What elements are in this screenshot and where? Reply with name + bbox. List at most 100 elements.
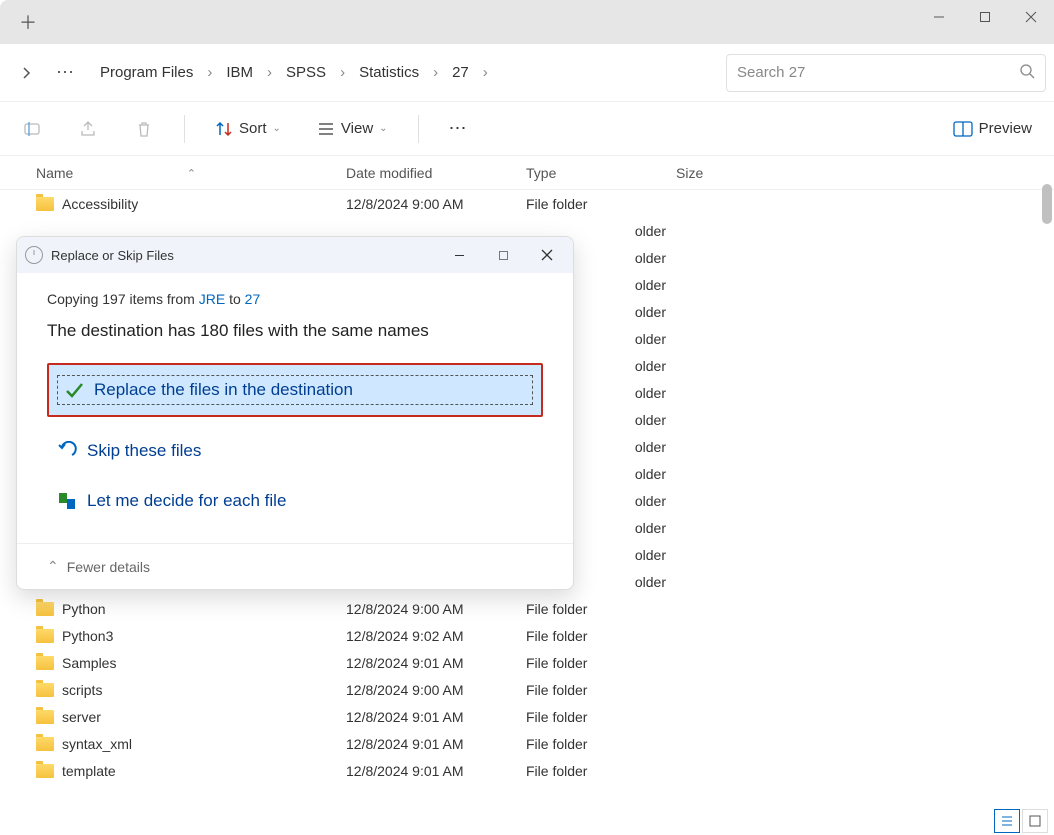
separator	[184, 115, 185, 143]
more-icon[interactable]: ⋯	[48, 55, 84, 91]
file-row[interactable]: template12/8/2024 9:01 AMFile folder	[0, 757, 1054, 784]
preview-button[interactable]: Preview	[947, 114, 1038, 143]
to-link[interactable]: 27	[245, 291, 261, 307]
folder-icon	[36, 683, 54, 697]
command-bar: Sort ⌄ View ⌄ ⋯ Preview	[0, 102, 1054, 156]
statusbar	[994, 807, 1054, 835]
file-row[interactable]: scripts12/8/2024 9:00 AMFile folder	[0, 676, 1054, 703]
dialog-close-button[interactable]	[529, 241, 565, 269]
from-link[interactable]: JRE	[199, 291, 225, 307]
sort-label: Sort	[239, 120, 267, 137]
file-type: File folder	[516, 736, 666, 752]
check-icon	[64, 380, 84, 400]
rename-button	[16, 113, 48, 145]
file-name: scripts	[62, 682, 102, 698]
view-label: View	[341, 120, 373, 137]
breadcrumb: Program Files › IBM › SPSS › Statistics …	[88, 54, 722, 92]
dialog-footer: ⌃ Fewer details	[17, 543, 573, 589]
maximize-button[interactable]	[962, 2, 1008, 32]
thumbnails-view-toggle[interactable]	[1022, 809, 1048, 833]
destination-message: The destination has 180 files with the s…	[47, 321, 543, 341]
titlebar: ＋	[0, 0, 1054, 44]
col-name-header[interactable]: Name ⌃	[0, 165, 336, 181]
back-chevron-icon[interactable]	[8, 55, 44, 91]
skip-label: Skip these files	[87, 441, 201, 461]
chevron-up-icon[interactable]: ⌃	[47, 558, 59, 575]
col-date-header[interactable]: Date modified	[336, 165, 516, 181]
replace-option[interactable]: Replace the files in the destination	[47, 363, 543, 417]
col-type-header[interactable]: Type	[516, 165, 666, 181]
folder-icon	[36, 656, 54, 670]
file-row[interactable]: Python312/8/2024 9:02 AMFile folder	[0, 622, 1054, 649]
address-row: ⋯ Program Files › IBM › SPSS › Statistic…	[0, 44, 1054, 102]
file-name: Samples	[62, 655, 116, 671]
share-button	[72, 113, 104, 145]
file-name: server	[62, 709, 101, 725]
crumb-statistics[interactable]: Statistics	[351, 60, 427, 85]
chevron-down-icon: ⌄	[273, 123, 281, 134]
minimize-button[interactable]	[916, 2, 962, 32]
scrollbar-thumb[interactable]	[1042, 184, 1052, 224]
copying-status: Copying 197 items from JRE to 27	[47, 291, 543, 307]
window-controls	[916, 0, 1054, 44]
undo-icon	[57, 441, 77, 461]
folder-icon	[36, 629, 54, 643]
dialog-maximize-button[interactable]	[485, 241, 521, 269]
file-name: Accessibility	[62, 196, 138, 212]
chevron-right-icon: ›	[263, 64, 276, 81]
separator	[418, 115, 419, 143]
sort-button[interactable]: Sort ⌄	[209, 114, 287, 144]
file-row[interactable]: Python12/8/2024 9:00 AMFile folder	[0, 595, 1054, 622]
dialog-title: Replace or Skip Files	[51, 248, 433, 263]
file-date: 12/8/2024 9:01 AM	[336, 763, 516, 779]
crumb-program-files[interactable]: Program Files	[92, 60, 201, 85]
preview-label: Preview	[979, 120, 1032, 137]
folder-icon	[36, 764, 54, 778]
crumb-spss[interactable]: SPSS	[278, 60, 334, 85]
decide-option[interactable]: Let me decide for each file	[47, 485, 543, 517]
col-size-header[interactable]: Size	[666, 165, 776, 181]
replace-skip-dialog: Replace or Skip Files Copying 197 items …	[16, 236, 574, 590]
delete-button	[128, 113, 160, 145]
clock-icon	[25, 246, 43, 264]
compare-icon	[57, 491, 77, 511]
file-type: File folder	[516, 655, 666, 671]
file-date: 12/8/2024 9:00 AM	[336, 196, 516, 212]
file-row[interactable]: syntax_xml 12/8/2024 9:01 AMFile folder	[0, 730, 1054, 757]
fewer-details-link[interactable]: Fewer details	[67, 559, 150, 575]
search-box[interactable]	[726, 54, 1046, 92]
view-button[interactable]: View ⌄	[311, 114, 394, 144]
file-date: 12/8/2024 9:00 AM	[336, 601, 516, 617]
skip-option[interactable]: Skip these files	[47, 435, 543, 467]
more-button[interactable]: ⋯	[443, 112, 475, 145]
chevron-down-icon: ⌄	[379, 123, 387, 134]
crumb-27[interactable]: 27	[444, 60, 477, 85]
file-row[interactable]: server12/8/2024 9:01 AMFile folder	[0, 703, 1054, 730]
file-date: 12/8/2024 9:00 AM	[336, 682, 516, 698]
new-tab-button[interactable]: ＋	[10, 4, 46, 40]
file-date: 12/8/2024 9:01 AM	[336, 736, 516, 752]
file-type: File folder	[516, 628, 666, 644]
sort-asc-icon: ⌃	[187, 167, 196, 180]
file-date: 12/8/2024 9:02 AM	[336, 628, 516, 644]
folder-icon	[36, 710, 54, 724]
search-input[interactable]	[737, 64, 1019, 81]
file-type: File folder	[516, 763, 666, 779]
crumb-ibm[interactable]: IBM	[218, 60, 261, 85]
file-type: File folder	[516, 196, 666, 212]
folder-icon	[36, 197, 54, 211]
file-type: File folder	[516, 709, 666, 725]
file-row[interactable]: Accessibility 12/8/2024 9:00 AMFile folde…	[0, 190, 1054, 217]
close-button[interactable]	[1008, 2, 1054, 32]
search-icon[interactable]	[1019, 63, 1035, 83]
folder-icon	[36, 737, 54, 751]
chevron-right-icon: ›	[479, 64, 492, 81]
replace-label: Replace the files in the destination	[94, 380, 353, 400]
chevron-right-icon: ›	[336, 64, 349, 81]
chevron-right-icon: ›	[429, 64, 442, 81]
file-row[interactable]: Samples12/8/2024 9:01 AMFile folder	[0, 649, 1054, 676]
chevron-right-icon: ›	[203, 64, 216, 81]
file-name: syntax_xml	[62, 736, 132, 752]
dialog-minimize-button[interactable]	[441, 241, 477, 269]
details-view-toggle[interactable]	[994, 809, 1020, 833]
